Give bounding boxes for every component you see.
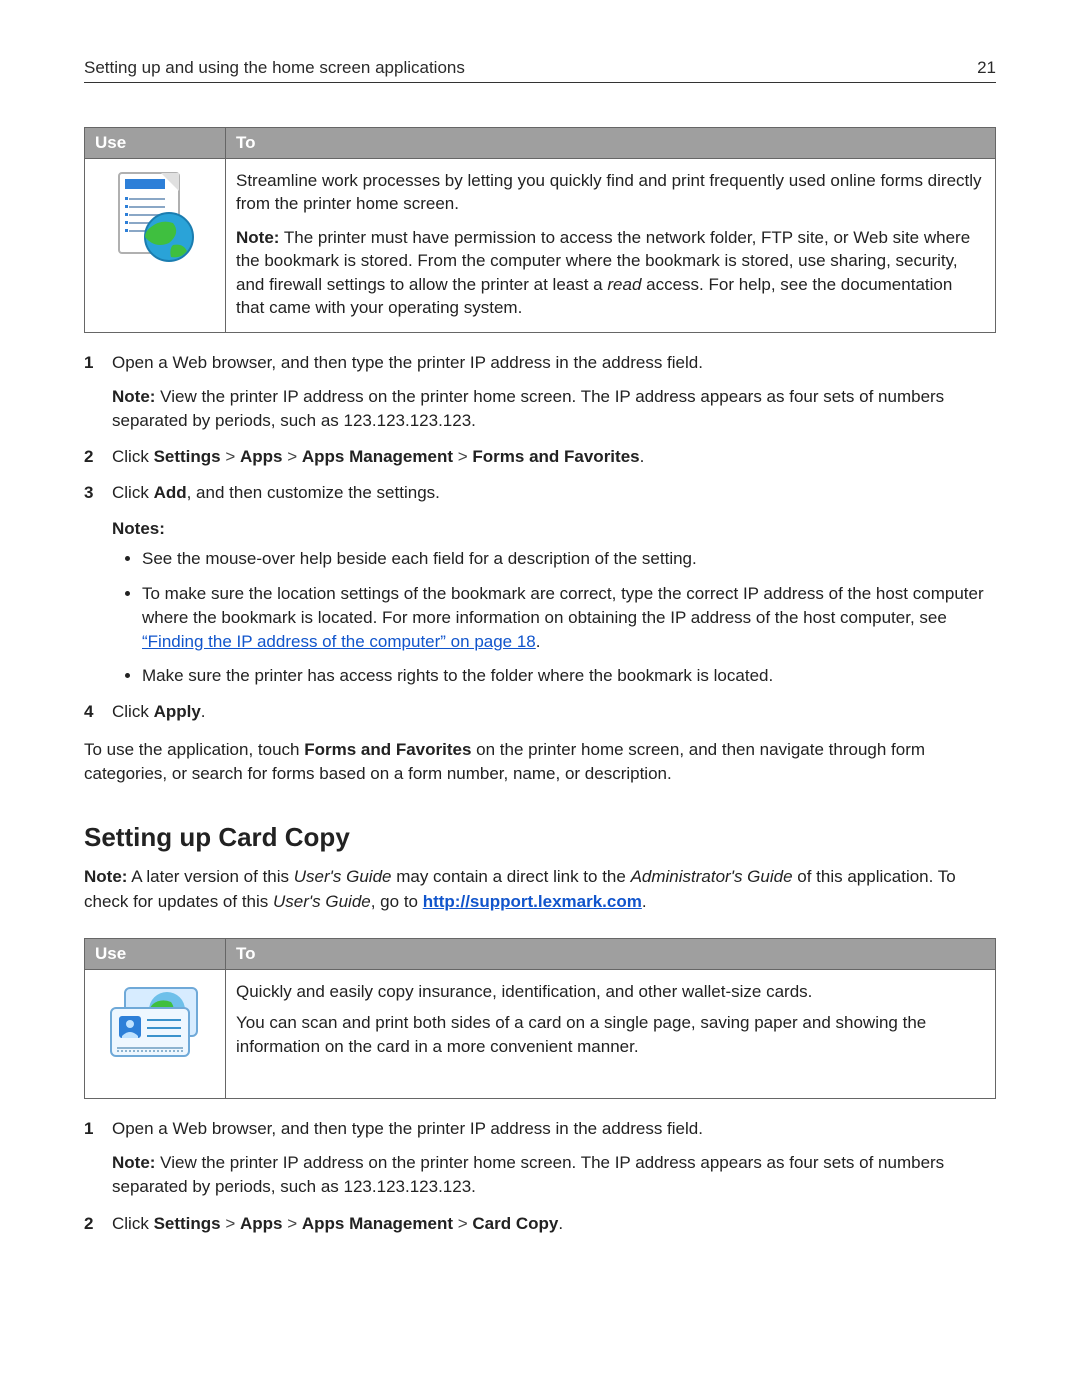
table1-note: Note: The printer must have permission t… bbox=[236, 226, 985, 320]
header-title: Setting up and using the home screen app… bbox=[84, 58, 465, 78]
table2-header-use: Use bbox=[85, 938, 226, 969]
step-1: 1 Open a Web browser, and then type the … bbox=[84, 351, 996, 433]
step-3: 3 Click Add, and then customize the sett… bbox=[84, 481, 996, 688]
step-1-note: Note: View the printer IP address on the… bbox=[112, 385, 996, 433]
page-number: 21 bbox=[977, 58, 996, 78]
step2-2: 2 Click Settings > Apps > Apps Managemen… bbox=[84, 1212, 996, 1236]
table1-p1: Streamline work processes by letting you… bbox=[236, 169, 985, 216]
card-copy-icon-cell bbox=[85, 969, 226, 1098]
steps-list-1: 1 Open a Web browser, and then type the … bbox=[84, 351, 996, 725]
table2-p1: Quickly and easily copy insurance, ident… bbox=[236, 980, 985, 1003]
notes-bullets: See the mouse-over help beside each fiel… bbox=[118, 547, 996, 688]
notes-label: Notes: bbox=[112, 517, 996, 541]
id-card-icon bbox=[105, 982, 205, 1068]
forms-favorites-table: Use To bbox=[84, 127, 996, 333]
step2-1-note: Note: View the printer IP address on the… bbox=[112, 1151, 996, 1199]
table2-p2: You can scan and print both sides of a c… bbox=[236, 1011, 985, 1058]
forms-favorites-description: Streamline work processes by letting you… bbox=[226, 159, 996, 333]
table-header-use: Use bbox=[85, 128, 226, 159]
finding-ip-link[interactable]: “Finding the IP address of the computer”… bbox=[142, 632, 536, 651]
step-2: 2 Click Settings > Apps > Apps Managemen… bbox=[84, 445, 996, 469]
steps-list-2: 1 Open a Web browser, and then type the … bbox=[84, 1117, 996, 1236]
header-rule bbox=[84, 82, 996, 83]
form-globe-icon bbox=[111, 171, 199, 273]
step-4: 4 Click Apply. bbox=[84, 700, 996, 724]
bullet-3: Make sure the printer has access rights … bbox=[142, 664, 996, 688]
section-heading-card-copy: Setting up Card Copy bbox=[84, 822, 996, 853]
card-copy-table: Use To bbox=[84, 938, 996, 1099]
document-page: Setting up and using the home screen app… bbox=[0, 0, 1080, 1310]
table2-header-to: To bbox=[226, 938, 996, 969]
step2-1: 1 Open a Web browser, and then type the … bbox=[84, 1117, 996, 1199]
support-link[interactable]: http://support.lexmark.com bbox=[423, 892, 642, 911]
running-header: Setting up and using the home screen app… bbox=[84, 58, 996, 78]
card-copy-description: Quickly and easily copy insurance, ident… bbox=[226, 969, 996, 1098]
usage-paragraph: To use the application, touch Forms and … bbox=[84, 738, 996, 786]
forms-favorites-icon-cell bbox=[85, 159, 226, 333]
card-copy-note: Note: A later version of this User's Gui… bbox=[84, 865, 996, 913]
table-header-to: To bbox=[226, 128, 996, 159]
bullet-2: To make sure the location settings of th… bbox=[142, 582, 996, 654]
bullet-1: See the mouse-over help beside each fiel… bbox=[142, 547, 996, 571]
